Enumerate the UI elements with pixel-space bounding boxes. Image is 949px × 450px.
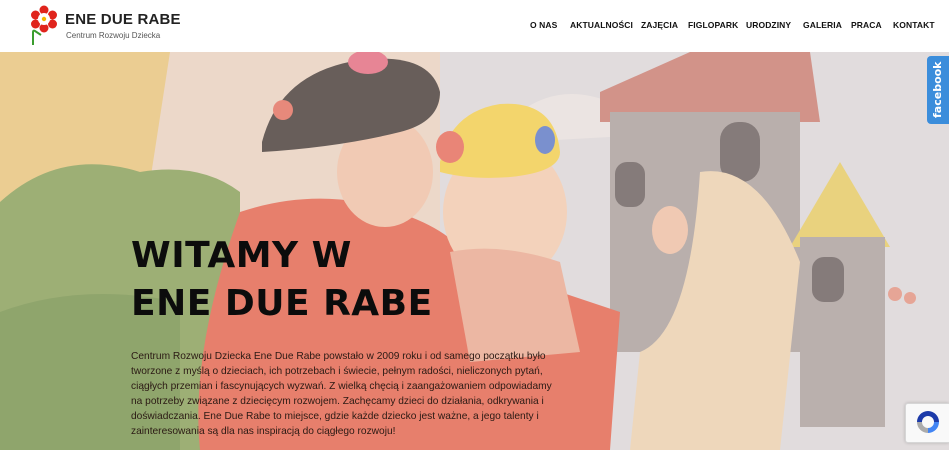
hero-title-line-2: ENE DUE RABE xyxy=(131,283,433,324)
nav-item-urodziny[interactable]: URODZINY xyxy=(746,20,791,30)
hero-title: WITAMY W ENE DUE RABE xyxy=(131,232,433,328)
main-nav: O NAS AKTUALNOŚCI ZAJĘCIA FIGLOPARK UROD… xyxy=(0,20,949,34)
hero-description: Centrum Rozwoju Dziecka Ene Due Rabe pow… xyxy=(131,351,552,437)
nav-item-kontakt[interactable]: KONTAKT xyxy=(893,20,935,30)
recaptcha-icon xyxy=(917,411,939,433)
nav-item-o-nas[interactable]: O NAS xyxy=(530,20,557,30)
nav-item-figlopark[interactable]: FIGLOPARK xyxy=(688,20,738,30)
nav-item-zajecia[interactable]: ZAJĘCIA xyxy=(641,20,678,30)
facebook-label: facebook xyxy=(931,61,944,119)
nav-item-aktualnosci[interactable]: AKTUALNOŚCI xyxy=(570,20,633,30)
site-header: ENE DUE RABE Centrum Rozwoju Dziecka O N… xyxy=(0,0,949,52)
hero-section: WITAMY W ENE DUE RABE Centrum Rozwoju Dz… xyxy=(0,52,949,450)
recaptcha-badge[interactable] xyxy=(905,403,949,443)
nav-item-praca[interactable]: PRACA xyxy=(851,20,882,30)
hero-title-line-1: WITAMY W xyxy=(131,235,352,276)
facebook-tab[interactable]: facebook xyxy=(927,56,949,124)
nav-item-galeria[interactable]: GALERIA xyxy=(803,20,842,30)
